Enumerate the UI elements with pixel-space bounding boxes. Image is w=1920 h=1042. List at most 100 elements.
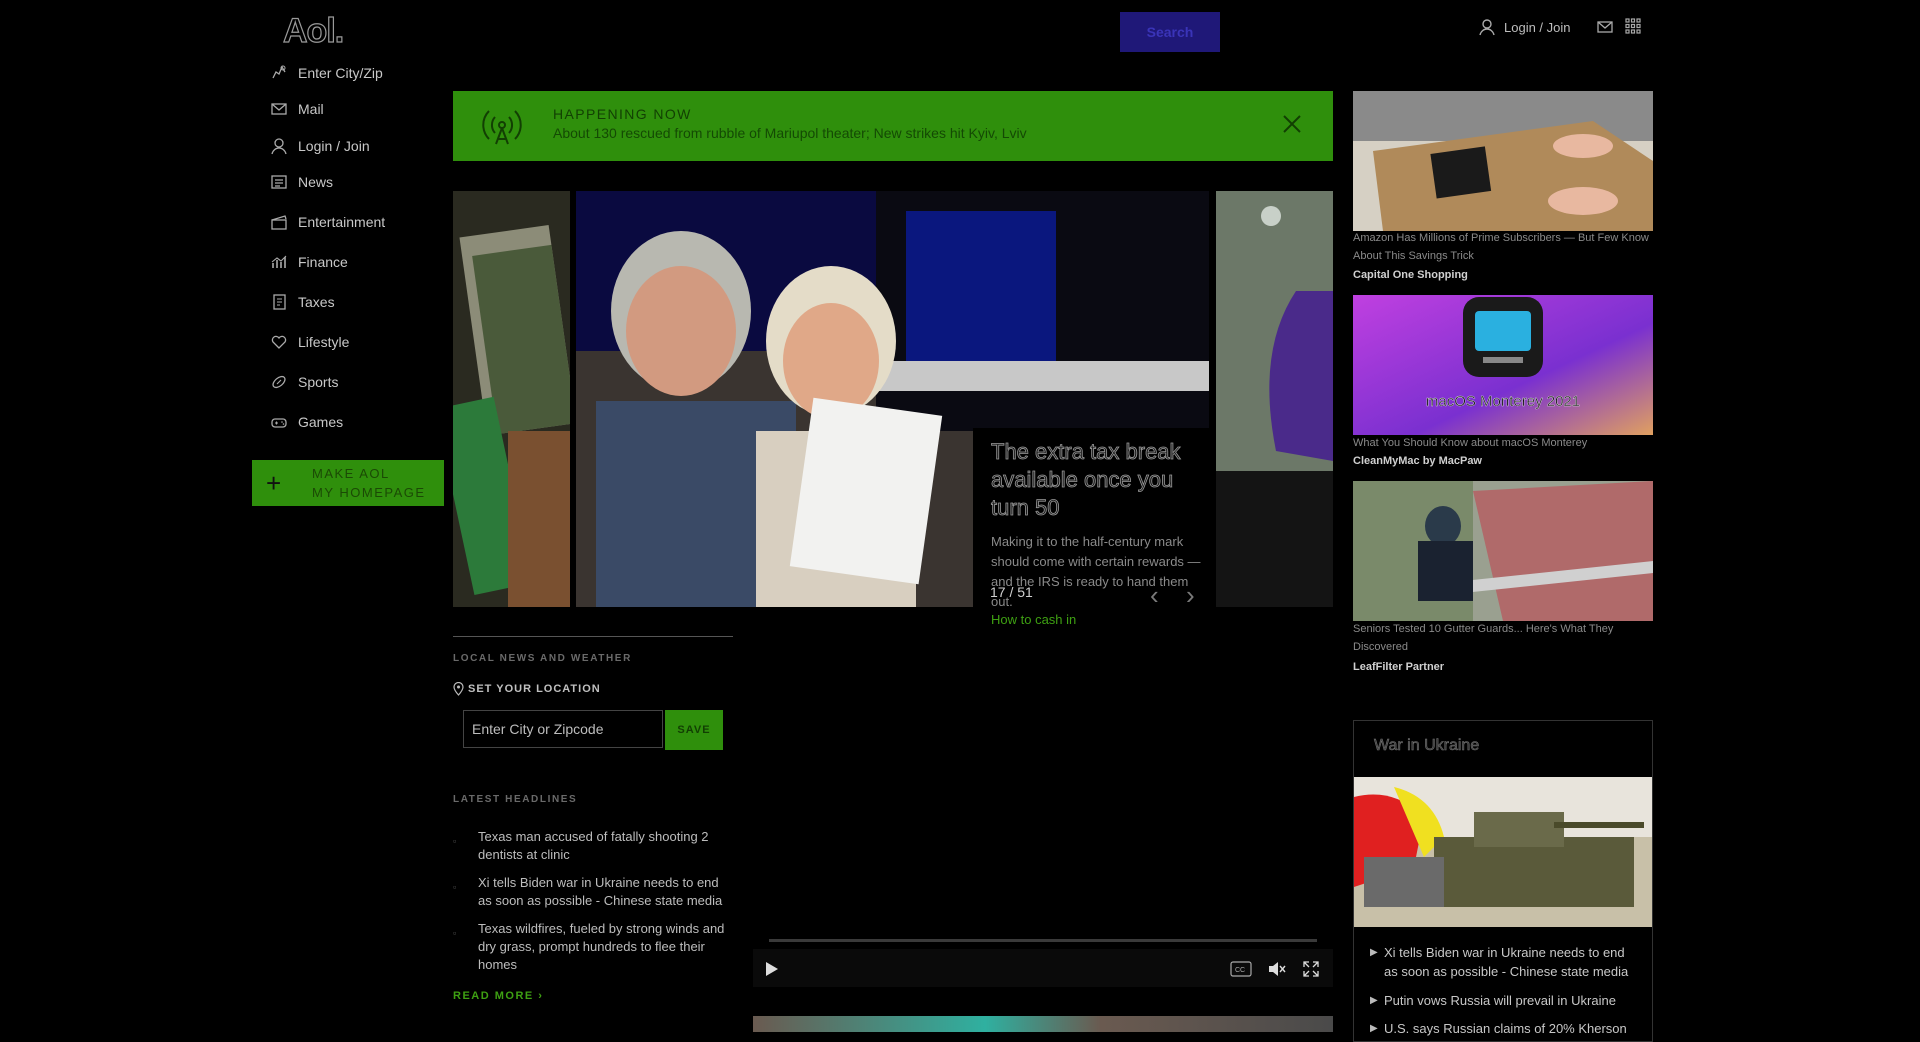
nav-item-label: Games <box>298 414 344 430</box>
local-news-heading: LOCAL NEWS AND WEATHER <box>453 653 632 664</box>
user-icon <box>1479 19 1495 36</box>
nav-item-label: Mail <box>298 101 324 117</box>
triangle-bullet-icon: ▶ <box>1370 1023 1378 1034</box>
nav-item-label: Finance <box>298 254 348 270</box>
heart-icon <box>271 335 287 349</box>
gamepad-icon <box>271 418 287 428</box>
money-image <box>453 191 570 607</box>
nav-item-games[interactable]: Games <box>270 413 343 431</box>
latest-headlines-heading: LATEST HEADLINES <box>453 794 578 805</box>
nav-item-label: News <box>298 174 334 190</box>
set-location-label[interactable]: SET YOUR LOCATION <box>453 682 601 696</box>
plus-icon: + <box>266 467 282 498</box>
tax-document-icon <box>273 294 286 310</box>
fullscreen-icon[interactable] <box>1303 961 1319 977</box>
ad-title[interactable]: Amazon Has Millions of Prime Subscribers… <box>1353 229 1653 265</box>
carousel-slide-previous[interactable] <box>453 191 570 607</box>
football-icon <box>272 375 286 389</box>
tank-image[interactable] <box>1354 777 1652 927</box>
chevron-left-icon[interactable]: ‹ <box>1150 580 1159 611</box>
header-login-link[interactable]: Login / Join <box>1478 18 1571 36</box>
headline-text[interactable]: Xi tells Biden war in Ukraine needs to e… <box>478 874 733 910</box>
close-icon[interactable] <box>1281 113 1303 135</box>
next-story-image[interactable] <box>753 1016 1333 1032</box>
ad-title[interactable]: Seniors Tested 10 Gutter Guards... Here'… <box>1353 620 1653 656</box>
ad-source: Capital One Shopping <box>1353 269 1468 281</box>
play-icon[interactable] <box>765 961 779 977</box>
make-homepage-label: MAKE AOL MY HOMEPAGE <box>312 464 426 502</box>
headline-text[interactable]: Texas wildfires, fueled by strong winds … <box>478 920 733 974</box>
nav-item-label: Entertainment <box>298 214 386 230</box>
bullet-icon: ▫ <box>453 882 457 892</box>
ad-image-text: macOS Monterey 2021 <box>1425 393 1581 410</box>
app-grid-icon[interactable] <box>1625 18 1641 34</box>
header-login-label: Login / Join <box>1504 19 1571 35</box>
ad-image-macos[interactable]: macOS Monterey 2021 <box>1353 295 1653 435</box>
module-title[interactable]: War in Ukraine <box>1374 737 1480 755</box>
nav-item-label: Enter City/Zip <box>298 65 383 81</box>
ad-image-package[interactable] <box>1353 91 1653 231</box>
carousel-story-card[interactable]: The extra tax break available once you t… <box>973 428 1209 638</box>
package-image <box>1353 91 1653 231</box>
video-controls: CC <box>753 949 1333 987</box>
read-more-link[interactable]: READ MORE › <box>453 990 543 1002</box>
bullet-icon: ▫ <box>453 836 457 846</box>
story-title[interactable]: The extra tax break available once you t… <box>991 438 1201 522</box>
ukraine-headline[interactable]: Putin vows Russia will prevail in Ukrain… <box>1384 991 1640 1010</box>
banner-headline[interactable]: About 130 rescued from rubble of Mariupo… <box>553 125 1027 141</box>
ad-title[interactable]: What You Should Know about macOS Montere… <box>1353 434 1653 452</box>
nav-item-label: Taxes <box>298 294 335 310</box>
mail-icon <box>271 103 287 115</box>
triangle-bullet-icon: ▶ <box>1370 947 1378 958</box>
headline-text[interactable]: Texas man accused of fatally shooting 2 … <box>478 828 733 864</box>
video-player[interactable]: CC <box>753 633 1333 987</box>
make-homepage-line2: MY HOMEPAGE <box>312 485 426 500</box>
make-homepage-button[interactable]: + MAKE AOL MY HOMEPAGE <box>252 460 444 506</box>
chart-icon <box>271 255 287 268</box>
tanks-photo <box>1354 777 1652 927</box>
ad-source: CleanMyMac by MacPaw <box>1353 455 1482 467</box>
nav-item-entertainment[interactable]: Entertainment <box>270 213 385 231</box>
story-description: Making it to the half-century mark shoul… <box>991 534 1201 609</box>
nav-item-taxes[interactable]: Taxes <box>270 293 335 311</box>
story-link[interactable]: How to cash in <box>991 612 1076 627</box>
broadcast-icon <box>482 110 522 145</box>
map-pin-icon <box>453 682 464 696</box>
svg-text:CC: CC <box>1235 967 1245 974</box>
closed-captions-icon[interactable]: CC <box>1230 961 1252 977</box>
nav-item-location[interactable]: Enter City/Zip <box>270 64 383 82</box>
search-button[interactable]: Search <box>1120 12 1220 52</box>
carousel-slide-next[interactable] <box>1216 191 1333 607</box>
video-progress-bar[interactable] <box>769 939 1317 942</box>
location-icon <box>272 65 286 79</box>
banner-label: HAPPENING NOW <box>553 106 692 122</box>
ukraine-headline[interactable]: Xi tells Biden war in Ukraine needs to e… <box>1384 943 1640 981</box>
nav-item-lifestyle[interactable]: Lifestyle <box>270 333 349 351</box>
woman-purple-hair-image <box>1216 191 1333 607</box>
ad-source: LeafFilter Partner <box>1353 661 1445 673</box>
nav-item-news[interactable]: News <box>270 173 333 191</box>
nav-item-finance[interactable]: Finance <box>270 253 348 271</box>
slide-counter: 17 / 51 <box>990 584 1033 600</box>
nav-item-mail[interactable]: Mail <box>270 100 324 118</box>
clapper-icon <box>271 215 287 230</box>
nav-item-label: Sports <box>298 374 339 390</box>
happening-now-banner[interactable]: HAPPENING NOW About 130 rescued from rub… <box>453 91 1333 161</box>
save-location-button[interactable]: SAVE <box>665 710 723 750</box>
ad-image-gutter[interactable] <box>1353 481 1653 621</box>
nav-item-login[interactable]: Login / Join <box>270 137 370 155</box>
bullet-icon: ▫ <box>453 928 457 938</box>
chevron-right-icon[interactable]: › <box>1186 580 1195 611</box>
zip-input[interactable] <box>463 710 663 748</box>
nav-item-sports[interactable]: Sports <box>270 373 338 391</box>
triangle-bullet-icon: ▶ <box>1370 995 1378 1006</box>
mute-icon[interactable] <box>1268 961 1286 977</box>
ukraine-headline[interactable]: U.S. says Russian claims of 20% Kherson <box>1384 1019 1640 1038</box>
mail-icon[interactable] <box>1597 21 1613 33</box>
nav-item-label: Lifestyle <box>298 334 350 350</box>
aol-logo[interactable]: Aol. <box>282 11 344 51</box>
user-icon <box>271 138 287 155</box>
section-divider <box>453 636 733 637</box>
nav-item-label: Login / Join <box>298 138 370 154</box>
war-in-ukraine-module: War in Ukraine ▶ Xi tells Biden war in Uk… <box>1353 720 1653 1042</box>
